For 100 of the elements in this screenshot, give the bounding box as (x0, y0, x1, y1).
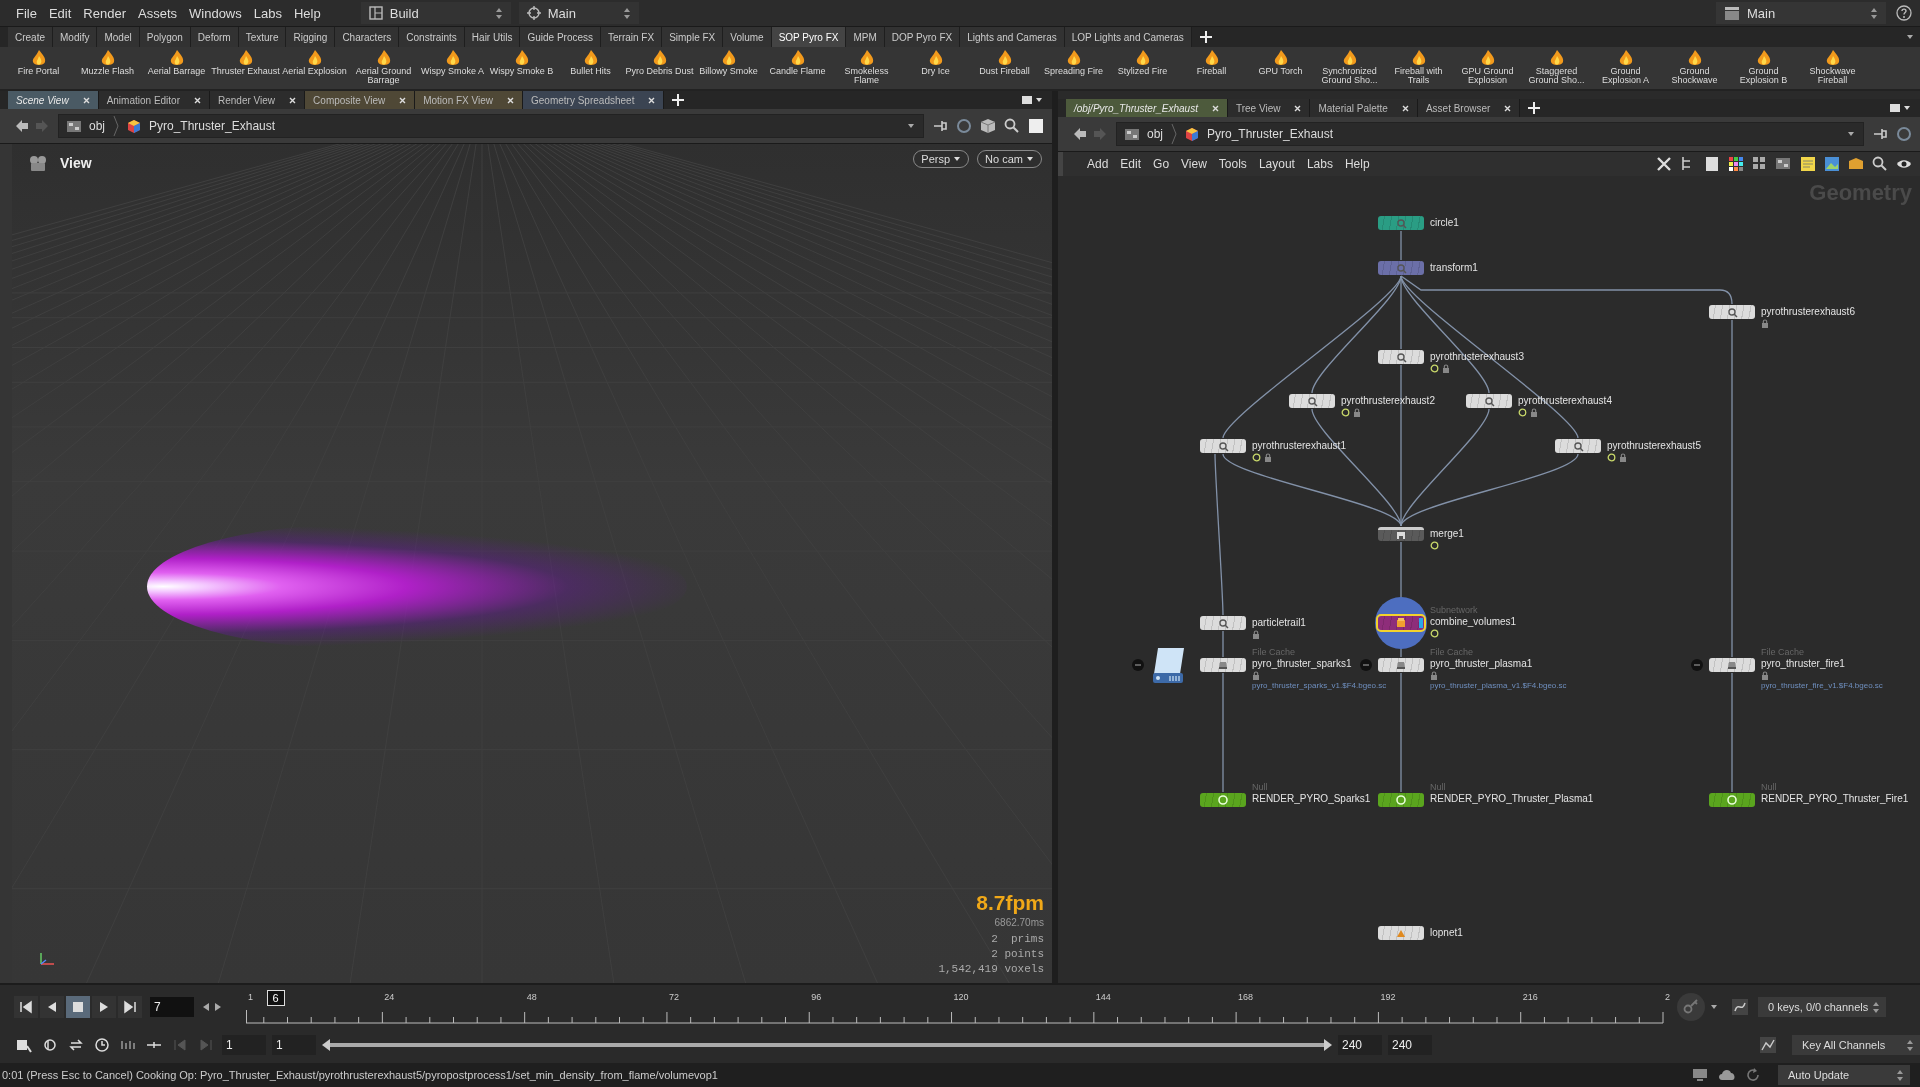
node-name[interactable]: transform1 (1430, 261, 1478, 274)
shelf-tab[interactable]: Modify (53, 27, 98, 47)
shelf-tool-button[interactable]: GPU Torch (1246, 49, 1315, 76)
dropdown-arrow-icon[interactable] (1710, 1003, 1718, 1011)
shelf-tab[interactable]: Constraints (399, 27, 465, 47)
shelf-tab[interactable]: Polygon (139, 27, 191, 47)
desktop-dropdown[interactable]: Build (360, 2, 511, 24)
shelf-tab[interactable]: LOP Lights and Cameras (1064, 27, 1192, 47)
tools-icon[interactable] (1656, 156, 1672, 172)
range-end-field[interactable]: 240 (1338, 1035, 1382, 1055)
shelf-tab[interactable]: Characters (335, 27, 400, 47)
node-name[interactable]: pyro_thruster_fire1 (1761, 657, 1845, 670)
shelf-tool-button[interactable]: Aerial Ground Barrage (349, 49, 418, 85)
channel-icon[interactable] (1732, 999, 1748, 1015)
node-tile[interactable] (1709, 793, 1755, 807)
node-name[interactable]: merge1 (1430, 527, 1464, 540)
pane-tab[interactable]: Scene View (8, 91, 99, 109)
pane-tab[interactable]: Animation Editor (98, 91, 210, 109)
shelf-tool-button[interactable]: Ground Explosion A (1591, 49, 1660, 85)
display-flag-icon[interactable] (1341, 408, 1350, 417)
playback-range-slider[interactable] (322, 1038, 1332, 1052)
menu-item[interactable]: Add (1081, 157, 1115, 171)
shelf-tab[interactable]: DOP Pyro FX (884, 27, 961, 47)
node-tile[interactable] (1555, 439, 1601, 453)
collapse-button-icon[interactable] (1360, 659, 1372, 671)
square-icon[interactable] (1028, 118, 1044, 134)
step-forward-icon[interactable] (214, 1002, 222, 1012)
cube-icon[interactable] (980, 118, 996, 134)
node-tile[interactable] (1200, 658, 1246, 672)
node-tile[interactable] (1378, 658, 1424, 672)
pane-tab[interactable]: Motion FX View (415, 91, 523, 109)
node-tile[interactable] (1709, 658, 1755, 672)
menu-item[interactable]: Labs (247, 5, 288, 21)
dropdown-arrow-icon[interactable] (907, 122, 915, 130)
pane-tab[interactable]: Asset Browser (1417, 99, 1521, 117)
ring-icon[interactable] (956, 118, 972, 134)
lock-icon[interactable] (1353, 408, 1361, 417)
node-tile[interactable] (1378, 926, 1424, 940)
magnifier-icon[interactable] (1004, 118, 1020, 134)
display-flag-icon[interactable] (1252, 453, 1261, 462)
box-icon[interactable] (1848, 156, 1864, 172)
ring-icon[interactable] (1896, 126, 1912, 142)
key-icon[interactable] (1676, 992, 1706, 1022)
image-icon[interactable] (1824, 156, 1840, 172)
menu-item[interactable]: Windows (183, 5, 248, 21)
pane-tab[interactable]: Geometry Spreadsheet (523, 91, 665, 109)
color-grid-icon[interactable] (1728, 156, 1744, 172)
close-icon[interactable] (194, 96, 201, 104)
back-arrow-icon[interactable] (1072, 127, 1086, 141)
path-segment[interactable]: obj (89, 119, 105, 133)
cloud-icon[interactable] (1718, 1068, 1736, 1082)
search-icon[interactable] (1872, 156, 1888, 172)
node-tile[interactable] (1289, 394, 1335, 408)
shelf-tab[interactable]: Guide Process (520, 27, 601, 47)
shelf-tab[interactable]: Simple FX (662, 27, 724, 47)
pin-icon[interactable] (1872, 127, 1888, 141)
display-flag-icon[interactable] (1430, 629, 1439, 638)
collapse-button-icon[interactable] (1691, 659, 1703, 671)
shelf-tool-button[interactable]: Wispy Smoke B (487, 49, 556, 76)
lock-icon[interactable] (1619, 453, 1627, 462)
menu-item[interactable]: Help (287, 5, 327, 21)
sticky-note-icon[interactable] (1800, 156, 1816, 172)
shelf-tool-button[interactable]: Thruster Exhaust (211, 49, 280, 76)
node-name[interactable]: circle1 (1430, 216, 1459, 229)
node-tile[interactable] (1378, 216, 1424, 230)
node-tile[interactable] (1200, 793, 1246, 807)
step-back-icon[interactable] (202, 1002, 210, 1012)
shelf-tool-button[interactable]: Synchronized Ground Sho... (1315, 49, 1384, 85)
grid-icon[interactable] (1752, 156, 1768, 172)
node-name[interactable]: RENDER_PYRO_Thruster_Fire1 (1761, 792, 1909, 805)
pane-tab[interactable]: Material Palette (1310, 99, 1418, 117)
playback-button[interactable] (92, 996, 116, 1018)
node-tile[interactable] (1200, 616, 1246, 630)
shelf-tool-button[interactable]: Shockwave Fireball (1798, 49, 1867, 85)
shelf-tool-button[interactable]: Muzzle Flash (73, 49, 142, 76)
shelf-tool-button[interactable]: Aerial Barrage (142, 49, 211, 76)
node-name[interactable]: RENDER_PYRO_Thruster_Plasma1 (1430, 792, 1594, 805)
camera-menu-button[interactable]: No cam (977, 150, 1042, 168)
lock-icon[interactable] (1252, 630, 1260, 639)
update-mode-dropdown[interactable]: Auto Update (1778, 1065, 1910, 1085)
lock-icon[interactable] (1761, 319, 1769, 328)
shelf-tool-button[interactable]: GPU Ground Explosion (1453, 49, 1522, 85)
node-name[interactable]: pyro_thruster_sparks1 (1252, 657, 1352, 670)
node-name[interactable]: pyrothrusterexhaust6 (1761, 305, 1855, 318)
lock-icon[interactable] (1264, 453, 1272, 462)
menu-item[interactable]: Edit (42, 5, 78, 21)
frame-marker[interactable]: 6 (266, 990, 285, 1006)
realtime-icon[interactable] (94, 1037, 110, 1053)
menu-item[interactable]: File (10, 5, 43, 21)
shelf-tool-button[interactable]: Dry Ice (901, 49, 970, 76)
current-frame-field[interactable]: 7 (150, 997, 194, 1017)
node-tile[interactable] (1466, 394, 1512, 408)
close-icon[interactable] (1401, 104, 1409, 112)
shelf-tab[interactable]: Model (97, 27, 140, 47)
node-name[interactable]: combine_volumes1 (1430, 615, 1517, 628)
shelf-tool-button[interactable]: Ground Shockwave (1660, 49, 1729, 85)
camera-menu-button[interactable]: Persp (913, 150, 970, 168)
menu-item[interactable]: Assets (132, 5, 183, 21)
lock-icon[interactable] (1430, 671, 1438, 680)
node-name[interactable]: pyrothrusterexhaust5 (1607, 439, 1701, 452)
